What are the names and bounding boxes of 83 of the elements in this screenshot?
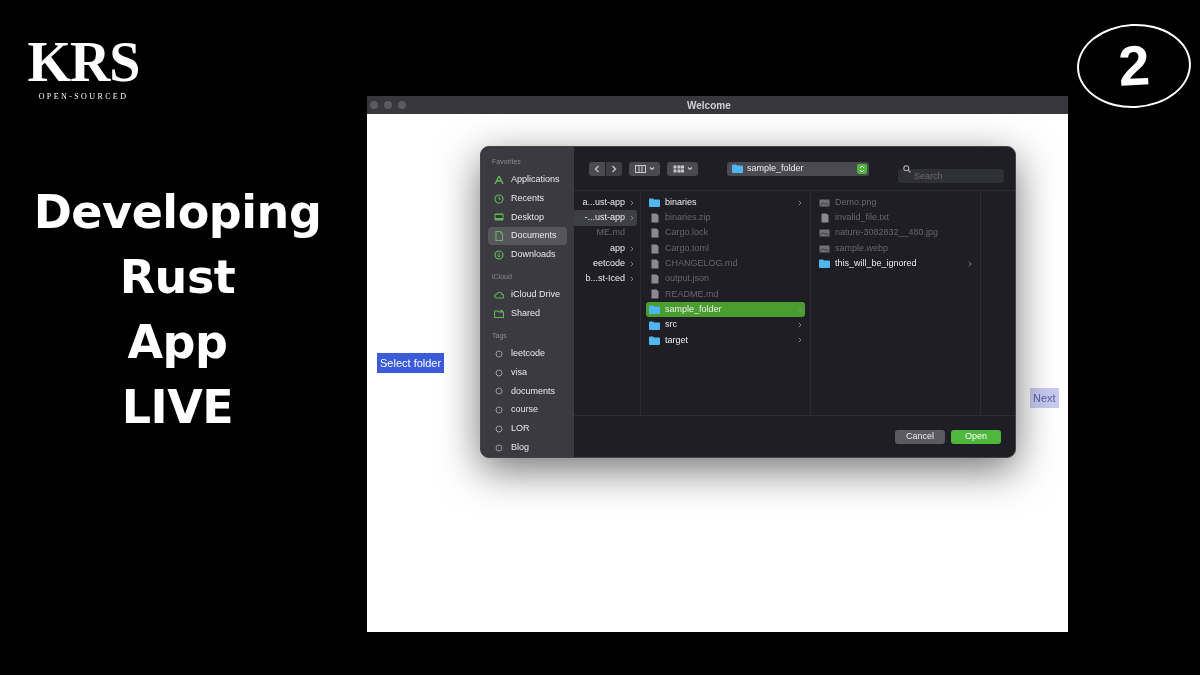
file-list-item[interactable]: app: [574, 240, 637, 257]
stepper-icon: [857, 163, 867, 174]
file-list-item[interactable]: eetcode: [574, 256, 637, 272]
clock-icon: [494, 193, 504, 204]
select-folder-button[interactable]: Select folder: [377, 353, 445, 373]
file-list-item[interactable]: target: [646, 332, 805, 348]
file-icon: [820, 212, 829, 223]
file-list-item[interactable]: a...ust-app: [574, 195, 637, 211]
folder-icon: [819, 259, 830, 269]
sidebar-item[interactable]: Recents: [488, 189, 567, 208]
folder-icon: [732, 164, 743, 173]
apps-icon: [494, 174, 504, 185]
cancel-button[interactable]: Cancel: [895, 429, 945, 444]
chevron-icon: [630, 199, 634, 206]
tag-circle-icon: [494, 405, 504, 416]
sidebar-item[interactable]: Shared: [488, 304, 567, 324]
tag-circle-icon: [494, 367, 504, 378]
tag-circle-icon: [494, 423, 504, 434]
sidebar-item[interactable]: Applications: [488, 170, 567, 190]
sidebar-item[interactable]: leetcode: [488, 344, 567, 364]
file-list-item[interactable]: b...st-Iced: [574, 271, 637, 287]
sidebar-item[interactable]: course: [488, 400, 567, 420]
chevron-icon: [630, 214, 634, 221]
headline-line: App: [127, 314, 228, 371]
column-view-button[interactable]: [629, 161, 660, 176]
desktop-icon: [494, 212, 504, 223]
grid-icon: [672, 164, 684, 173]
tag-circle-icon: [494, 442, 504, 453]
download-icon: [494, 249, 504, 260]
file-list-item[interactable]: this_will_be_ignored: [816, 256, 975, 272]
group-view-button[interactable]: [667, 161, 698, 176]
folder-icon: [649, 335, 660, 345]
sidebar-item[interactable]: visa: [488, 363, 567, 383]
headline-line: LIVE: [121, 379, 234, 436]
chevron-icon: [630, 276, 634, 283]
forward-button[interactable]: [606, 161, 622, 176]
back-button[interactable]: [589, 161, 605, 176]
channel-tagline: OPEN-SOURCED: [38, 92, 129, 102]
window-title: Welcome: [687, 98, 731, 113]
file-list-item[interactable]: -...ust-app: [574, 210, 637, 226]
sidebar-item[interactable]: Desktop: [488, 207, 567, 227]
file-list-item[interactable]: binaries: [646, 195, 805, 211]
path-popup[interactable]: sample_folder: [727, 161, 869, 176]
sidebar-item[interactable]: iCloud Drive: [488, 285, 567, 305]
cloud-icon: [494, 290, 504, 301]
shared-folder-icon: [494, 308, 504, 319]
columns-icon: [634, 164, 646, 173]
file-icon: [650, 289, 659, 300]
image-file-icon: [819, 229, 830, 238]
chevron-icon: [630, 260, 634, 267]
chevron-icon: [798, 337, 802, 344]
search-icon: [903, 164, 911, 173]
chevron-icon: [968, 260, 972, 267]
chevron-icon: [798, 322, 802, 328]
chevron-icon: [798, 306, 802, 313]
tag-circle-icon: [494, 386, 504, 397]
sidebar-item[interactable]: Blog: [488, 438, 567, 457]
headline-line: Rust: [119, 249, 236, 306]
forward-chevron-icon: [611, 164, 617, 173]
sidebar-item[interactable]: LOR: [488, 419, 567, 439]
chevron-icon: [798, 199, 802, 206]
channel-logo: KRS: [27, 32, 140, 92]
caret-icon: [686, 166, 693, 171]
folder-icon: [649, 305, 660, 315]
caret-icon: [648, 166, 655, 171]
chevron-icon: [630, 245, 634, 252]
image-file-icon: [819, 244, 830, 253]
file-icon: [650, 274, 659, 285]
file-icon: [650, 212, 659, 223]
file-icon: [650, 228, 659, 239]
folder-icon: [649, 320, 660, 330]
sidebar-item[interactable]: documents: [488, 382, 567, 401]
tag-circle-icon: [494, 349, 504, 359]
image-file-icon: [819, 198, 830, 207]
sidebar-item[interactable]: Downloads: [488, 245, 567, 265]
file-icon: [650, 243, 659, 254]
folder-icon: [649, 198, 660, 208]
sidebar-item[interactable]: Documents: [488, 226, 567, 246]
back-chevron-icon: [594, 164, 600, 173]
document-icon: [494, 231, 504, 242]
headline-line: Developing: [33, 184, 322, 241]
file-list-item[interactable]: src: [646, 317, 805, 333]
file-icon: [650, 258, 659, 269]
